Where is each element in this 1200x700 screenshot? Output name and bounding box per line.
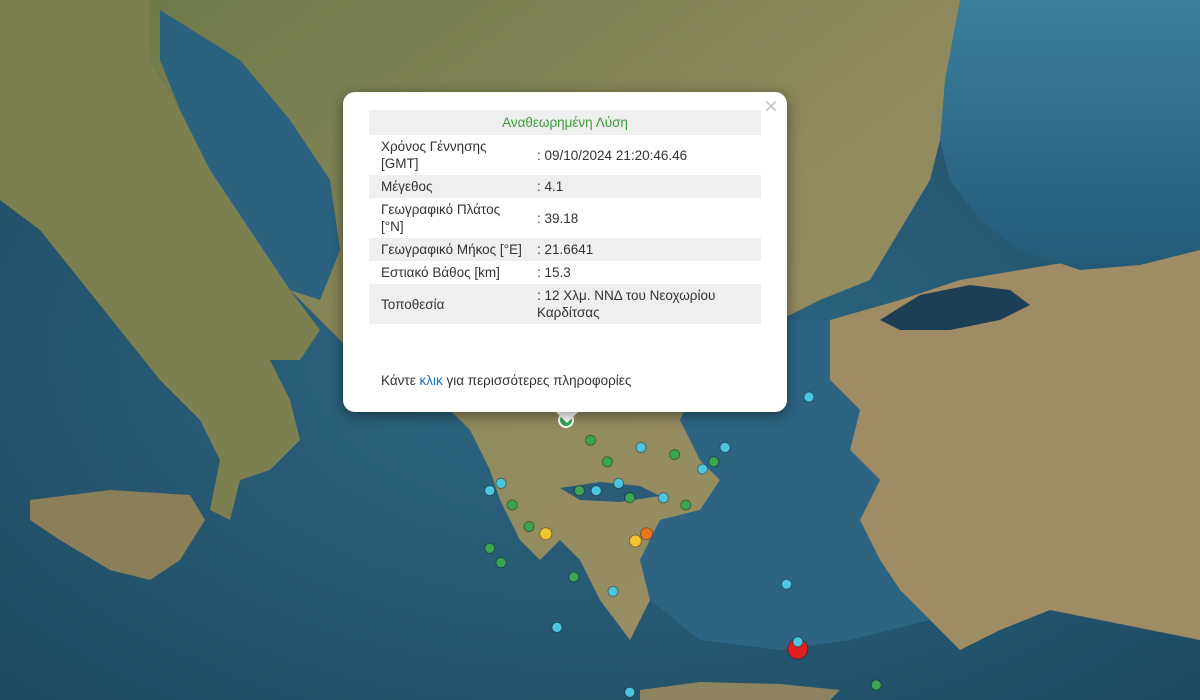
row-label-longitude: Γεωγραφικό Μήκος [°E] xyxy=(369,238,531,261)
earthquake-marker[interactable] xyxy=(590,485,602,497)
earthquake-info-table: Αναθεωρημένη Λύση Χρόνος Γέννησης [GMT] … xyxy=(369,110,761,324)
more-info-link[interactable]: κλικ xyxy=(420,373,443,388)
row-value-origin-time: : 09/10/2024 21:20:46.46 xyxy=(537,147,688,163)
earthquake-marker[interactable] xyxy=(628,534,642,548)
earthquake-marker[interactable] xyxy=(792,636,804,648)
earthquake-marker[interactable] xyxy=(803,391,815,403)
row-value-latitude: : 39.18 xyxy=(537,210,579,226)
close-icon[interactable]: × xyxy=(763,96,779,116)
row-label-magnitude: Μέγεθος xyxy=(369,175,531,198)
earthquake-marker[interactable] xyxy=(613,477,625,489)
earthquake-marker[interactable] xyxy=(781,578,793,590)
earthquake-marker[interactable] xyxy=(573,485,585,497)
earthquake-marker[interactable] xyxy=(657,492,669,504)
row-value-depth: : 15.3 xyxy=(537,265,571,280)
earthquake-marker[interactable] xyxy=(708,456,720,468)
earthquake-marker[interactable] xyxy=(539,527,553,541)
earthquake-marker[interactable] xyxy=(551,621,563,633)
earthquake-marker[interactable] xyxy=(506,499,518,511)
earthquake-marker[interactable] xyxy=(624,686,636,698)
earthquake-marker[interactable] xyxy=(585,434,597,446)
row-label-origin-time: Χρόνος Γέννησης [GMT] xyxy=(381,139,487,171)
row-label-latitude: Γεωγραφικό Πλάτος [°N] xyxy=(381,202,501,234)
earthquake-marker[interactable] xyxy=(870,679,882,691)
earthquake-marker[interactable] xyxy=(484,542,496,554)
row-label-depth: Εστιακό Βάθος [km] xyxy=(381,265,500,280)
row-label-location: Τοποθεσία xyxy=(369,284,531,324)
row-value-longitude: : 21.6641 xyxy=(531,238,761,261)
earthquake-marker[interactable] xyxy=(495,477,507,489)
earthquake-marker[interactable] xyxy=(669,449,681,461)
earthquake-marker[interactable] xyxy=(624,492,636,504)
earthquake-marker[interactable] xyxy=(640,527,654,541)
earthquake-info-popup: × Αναθεωρημένη Λύση Χρόνος Γέννησης [GMT… xyxy=(343,92,787,412)
earthquake-marker[interactable] xyxy=(495,557,507,569)
popup-footer: Κάντε κλικ για περισσότερες πληροφορίες xyxy=(381,373,631,388)
row-value-location: : 12 Χλμ. ΝΝΔ του Νεοχωρίου Καρδίτσας xyxy=(531,284,761,324)
earthquake-marker[interactable] xyxy=(719,441,731,453)
footer-text-after: για περισσότερες πληροφορίες xyxy=(442,373,632,388)
popup-pointer xyxy=(555,411,579,423)
popup-title: Αναθεωρημένη Λύση xyxy=(369,110,761,135)
earthquake-marker[interactable] xyxy=(601,456,613,468)
row-value-magnitude: : 4.1 xyxy=(531,175,761,198)
footer-text-before: Κάντε xyxy=(381,373,420,388)
earthquake-marker[interactable] xyxy=(635,441,647,453)
earthquake-marker[interactable] xyxy=(484,485,496,497)
earthquake-marker[interactable] xyxy=(568,571,580,583)
earthquake-marker[interactable] xyxy=(607,585,619,597)
earthquake-marker[interactable] xyxy=(523,521,535,533)
earthquake-marker[interactable] xyxy=(697,463,709,475)
earthquake-marker[interactable] xyxy=(680,499,692,511)
